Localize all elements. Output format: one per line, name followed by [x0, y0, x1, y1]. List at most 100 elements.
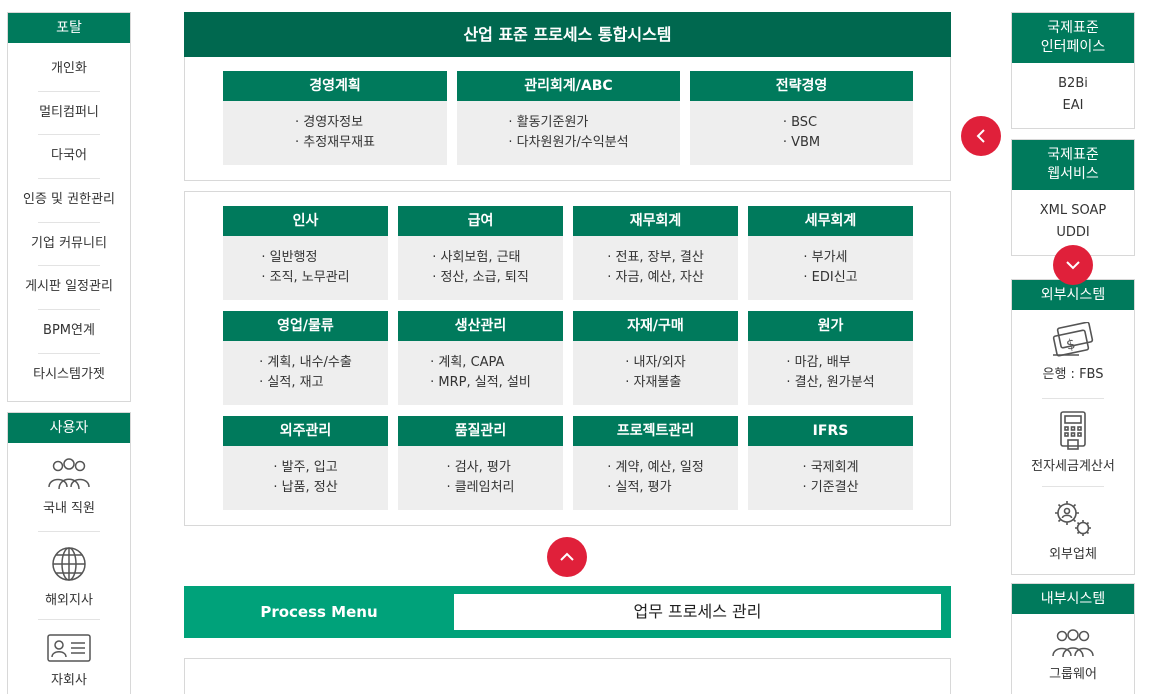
card-line: · 다차원원가/수익분석 [508, 135, 629, 150]
process-card-strategic-management: 전략경영 · BSC · VBM [690, 71, 913, 165]
bottom-panel [184, 658, 951, 694]
portal-item-community[interactable]: 기업 커뮤니티 [8, 221, 130, 266]
process-card-management-planning: 경영계획 · 경영자정보 · 추정재무재표 [223, 71, 447, 165]
intl-webservice-title: 국제표준 웹서비스 [1012, 140, 1134, 190]
card-title[interactable]: 경영계획 [223, 71, 447, 101]
process-menu-bar: Process Menu 업무 프로세스 관리 [184, 586, 951, 638]
process-card-management-accounting: 관리회계/ABC · 활동기준원가 · 다차원원가/수익분석 [457, 71, 680, 165]
portal-item-gadget[interactable]: 타시스템가젯 [8, 352, 130, 397]
card-title[interactable]: 관리회계/ABC [457, 71, 680, 101]
card-title[interactable]: 전략경영 [690, 71, 913, 101]
process-menu-label: Process Menu [260, 603, 378, 621]
bank-bill-icon: $ [1052, 322, 1094, 357]
card-line: · 자금, 예산, 자산 [607, 270, 704, 285]
card-title[interactable]: 재무회계 [573, 206, 738, 236]
internal-system-panel: 내부시스템 그룹웨어 [1011, 583, 1135, 694]
id-card-icon [47, 633, 91, 662]
left-sidebar: 포탈 개인화 멀티컴퍼니 다국어 인증 및 권한관리 기업 커뮤니티 게시판 일… [7, 12, 131, 694]
user-item-label: 해외지사 [45, 592, 93, 608]
external-item-vendor[interactable]: 외부업체 [1012, 486, 1134, 574]
card-title[interactable]: 자재/구매 [573, 311, 738, 341]
internal-item-groupware[interactable]: 그룹웨어 [1012, 614, 1134, 694]
user-item-overseas[interactable]: 해외지사 [8, 530, 130, 619]
interface-item-b2bi[interactable]: B2Bi [1012, 73, 1134, 95]
card-line: · 국제회계 [802, 460, 859, 475]
user-item-label: 국내 직원 [43, 500, 95, 516]
panel-title-line: 국제표준 [1047, 147, 1099, 163]
chevron-up-icon [560, 552, 574, 561]
right-sidebar: 국제표준 인터페이스 B2Bi EAI 국제표준 웹서비스 XML SOAP U… [1011, 12, 1135, 694]
portal-item-bpm[interactable]: BPM연계 [8, 309, 130, 353]
calculator-icon [1060, 411, 1086, 450]
portal-item-multicompany[interactable]: 멀티컴퍼니 [8, 90, 130, 135]
card-line: · 경영자정보 [294, 115, 364, 130]
card-title[interactable]: 인사 [223, 206, 388, 236]
internal-item-label: 그룹웨어 [1049, 667, 1097, 682]
chevron-left-icon [976, 129, 985, 143]
card-line: · 실적, 재고 [259, 375, 324, 390]
card-line: · 정산, 소급, 퇴직 [432, 270, 529, 285]
card-line: · 마감, 배부 [786, 355, 851, 370]
card-line: · 실적, 평가 [607, 480, 672, 495]
portal-item-board-schedule[interactable]: 게시판 일정관리 [8, 265, 130, 309]
card-title[interactable]: 영업/물류 [223, 311, 388, 341]
external-list: $ 은행 : FBS 전자세금계산서 외부업체 [1012, 310, 1134, 574]
card-title[interactable]: 세무회계 [748, 206, 913, 236]
globe-icon [52, 546, 86, 581]
card-line: · 부가세 [803, 250, 848, 265]
page-title: 산업 표준 프로세스 통합시스템 [184, 12, 951, 57]
intl-webservice-panel: 국제표준 웹서비스 XML SOAP UDDI [1011, 139, 1135, 256]
process-card-tax-accounting: 세무회계 · 부가세 · EDI신고 [748, 206, 913, 300]
portal-item-multilanguage[interactable]: 다국어 [8, 134, 130, 178]
card-line: · 계획, 내수/수출 [259, 355, 352, 370]
card-line: · 내자/외자 [625, 355, 686, 370]
card-line: · 납품, 정산 [273, 480, 338, 495]
card-line: · MRP, 실적, 설비 [430, 375, 531, 390]
portal-title: 포탈 [8, 13, 130, 43]
card-title[interactable]: 품질관리 [398, 416, 563, 446]
card-title[interactable]: 생산관리 [398, 311, 563, 341]
card-line: · 조직, 노무관리 [261, 270, 350, 285]
portal-item-auth[interactable]: 인증 및 권한관리 [8, 178, 130, 222]
webservice-item-uddi[interactable]: UDDI [1012, 222, 1134, 244]
webservice-item-xml-soap[interactable]: XML SOAP [1012, 200, 1134, 222]
user-item-domestic[interactable]: 국내 직원 [8, 443, 130, 531]
collapse-left-button[interactable] [961, 116, 1001, 156]
process-menu-select[interactable]: 업무 프로세스 관리 [454, 594, 941, 630]
panel-title-line: 웹서비스 [1047, 166, 1099, 182]
expand-down-button[interactable] [1053, 245, 1093, 285]
process-card-payroll: 급여 · 사회보험, 근태 · 정산, 소급, 퇴직 [398, 206, 563, 300]
users-title: 사용자 [8, 412, 130, 443]
users-group-icon [1052, 629, 1094, 658]
external-item-bank[interactable]: $ 은행 : FBS [1012, 310, 1134, 398]
external-item-label: 은행 : FBS [1042, 367, 1104, 382]
card-line: · 기준결산 [802, 480, 859, 495]
top-process-panel: 경영계획 · 경영자정보 · 추정재무재표 관리회계/ABC · 활동기준원가 … [184, 57, 951, 181]
external-item-label: 전자세금계산서 [1031, 459, 1115, 474]
card-title[interactable]: 원가 [748, 311, 913, 341]
internal-system-title: 내부시스템 [1012, 584, 1134, 614]
card-title[interactable]: 외주관리 [223, 416, 388, 446]
process-card-quality: 품질관리 · 검사, 평가 · 클레임처리 [398, 416, 563, 510]
collapse-up-button[interactable] [547, 537, 587, 577]
portal-item-personalization[interactable]: 개인화 [8, 47, 130, 91]
intl-interface-body: B2Bi EAI [1012, 63, 1134, 117]
process-card-outsourcing: 외주관리 · 발주, 입고 · 납품, 정산 [223, 416, 388, 510]
intl-interface-panel: 국제표준 인터페이스 B2Bi EAI [1011, 12, 1135, 129]
card-line: · 일반행정 [261, 250, 318, 265]
users-list: 국내 직원 해외지사 자회사 [8, 443, 130, 694]
card-title[interactable]: IFRS [748, 416, 913, 446]
interface-item-eai[interactable]: EAI [1012, 95, 1134, 117]
card-line: · 계약, 예산, 일정 [607, 460, 704, 475]
users-group-icon [48, 457, 90, 489]
card-line: · 추정재무재표 [294, 135, 376, 150]
card-title[interactable]: 급여 [398, 206, 563, 236]
external-item-etax[interactable]: 전자세금계산서 [1012, 398, 1134, 486]
process-card-production: 생산관리 · 계획, CAPA · MRP, 실적, 설비 [398, 311, 563, 405]
process-card-hr: 인사 · 일반행정 · 조직, 노무관리 [223, 206, 388, 300]
users-panel: 사용자 국내 직원 해외지사 자회사 [7, 411, 131, 694]
process-card-financial-accounting: 재무회계 · 전표, 장부, 결산 · 자금, 예산, 자산 [573, 206, 738, 300]
user-item-subsidiary[interactable]: 자회사 [8, 618, 130, 694]
card-line: · 계획, CAPA [430, 355, 505, 370]
card-title[interactable]: 프로젝트관리 [573, 416, 738, 446]
